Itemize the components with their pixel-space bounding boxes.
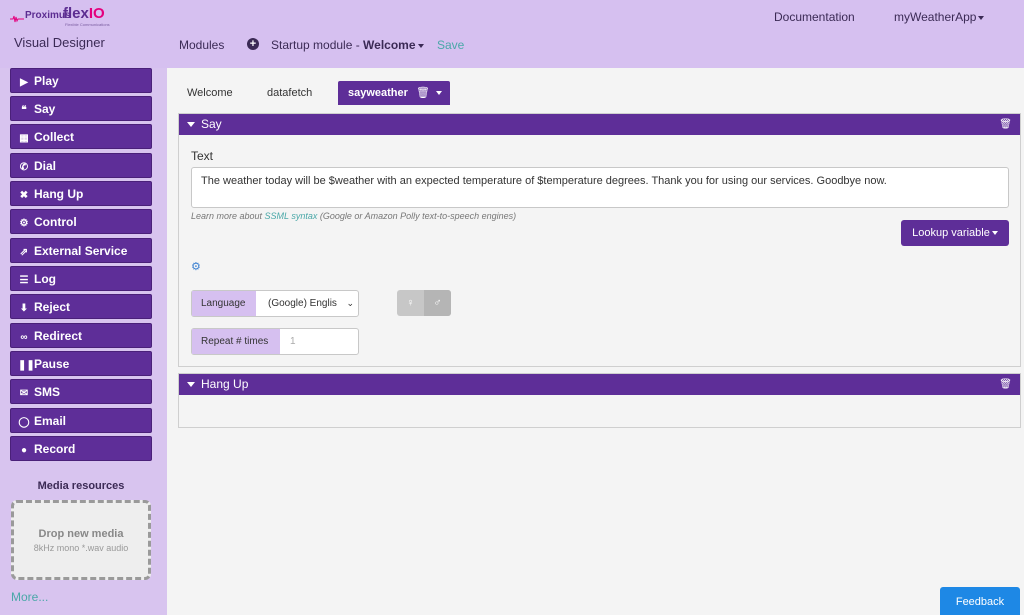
close-icon: ✖ <box>19 190 29 201</box>
say-block: Say 🗑 Text The weather today will be $we… <box>178 113 1021 367</box>
save-link[interactable]: Save <box>437 38 464 52</box>
top-header: Proximus flexIO Flexible Communications … <box>0 0 1024 68</box>
list-icon: ☰ <box>19 275 29 286</box>
sidebar-item-control[interactable]: ⚙ Control <box>10 209 152 234</box>
say-block-header[interactable]: Say 🗑 <box>179 114 1020 135</box>
ssml-syntax-link[interactable]: SSML syntax <box>265 211 318 221</box>
chevron-down-icon: ⌄ <box>346 298 354 308</box>
trash-icon[interactable]: 🗑 <box>416 87 430 99</box>
gear-icon[interactable]: ⚙ <box>191 260 201 273</box>
sidebar-item-pause[interactable]: ❚❚Pause <box>10 351 152 376</box>
more-link[interactable]: More... <box>11 590 48 604</box>
language-field: Language (Google) Englis ⌄ <box>191 290 359 317</box>
sidebar-item-collect[interactable]: ▦ Collect <box>10 124 152 149</box>
brand-tagline: Flexible Communications <box>65 22 110 27</box>
collapse-triangle-icon[interactable] <box>187 382 195 388</box>
tab-sayweather-label: sayweather <box>348 87 408 99</box>
startup-module-name: Welcome <box>363 38 416 52</box>
male-voice-icon[interactable]: ♂ <box>424 290 451 316</box>
language-select[interactable]: (Google) Englis ⌄ <box>256 291 358 316</box>
feedback-button[interactable]: Feedback <box>940 587 1020 615</box>
media-resources-title: Media resources <box>37 480 125 492</box>
say-text-input[interactable]: The weather today will be $weather with … <box>191 167 1009 208</box>
soundwave-icon <box>10 15 24 23</box>
link-icon: ∞ <box>20 332 28 343</box>
external-link-icon: ⇗ <box>19 247 29 258</box>
hang-up-block: Hang Up 🗑 <box>178 373 1021 428</box>
dropzone-title: Drop new media <box>38 528 124 540</box>
sidebar-item-log[interactable]: ☰ Log <box>10 266 152 291</box>
comment-icon: ◯ <box>18 417 30 428</box>
repeat-input[interactable]: 1 <box>290 329 296 354</box>
trash-icon[interactable]: 🗑 <box>999 374 1012 395</box>
hang-up-block-title: Hang Up <box>201 377 249 391</box>
trash-icon[interactable]: 🗑 <box>999 114 1012 135</box>
dropzone-hint: 8kHz mono *.wav audio <box>33 543 129 553</box>
female-voice-icon[interactable]: ♀ <box>397 290 424 316</box>
sidebar-item-hang-up[interactable]: ✖ Hang Up <box>10 181 152 206</box>
main-panel: Welcome datafetch sayweather 🗑 Say 🗑 Text… <box>167 68 1024 615</box>
hang-up-block-header[interactable]: Hang Up 🗑 <box>179 374 1020 395</box>
sidebar-item-redirect[interactable]: ∞ Redirect <box>10 323 152 348</box>
pause-icon: ❚❚ <box>18 360 35 371</box>
tab-welcome[interactable]: Welcome <box>187 81 233 105</box>
documentation-link[interactable]: Documentation <box>774 10 855 24</box>
sidebar-item-dial[interactable]: ✆ Dial <box>10 153 152 178</box>
sidebar-item-say[interactable]: ❝ Say <box>10 96 152 121</box>
quote-icon: ❝ <box>21 105 27 116</box>
chevron-down-icon <box>991 231 998 236</box>
sidebar-item-email[interactable]: ◯ Email <box>10 408 152 433</box>
language-label: Language <box>192 291 256 316</box>
sidebar-item-reject[interactable]: ⬇ Reject <box>10 294 152 319</box>
chevron-down-icon <box>417 43 424 48</box>
phone-icon: ✆ <box>19 162 29 173</box>
chevron-down-icon <box>978 15 985 20</box>
voice-gender-toggle: ♀ ♂ <box>397 290 451 316</box>
play-icon: ▶ <box>20 77 28 88</box>
repeat-field: Repeat # times 1 <box>191 328 359 355</box>
text-label: Text <box>191 149 214 163</box>
sidebar-item-record[interactable]: ● Record <box>10 436 152 461</box>
add-module-icon[interactable]: + <box>247 38 259 50</box>
tab-sayweather[interactable]: sayweather 🗑 <box>338 81 450 105</box>
brand-name-part2: flexIO <box>63 5 105 22</box>
media-dropzone[interactable]: Drop new media 8kHz mono *.wav audio <box>11 500 151 580</box>
repeat-label: Repeat # times <box>192 329 280 354</box>
collapse-triangle-icon[interactable] <box>187 122 195 128</box>
tab-datafetch[interactable]: datafetch <box>267 81 312 105</box>
chevron-down-icon[interactable] <box>435 91 442 96</box>
gears-icon: ⚙ <box>19 218 29 229</box>
sidebar-item-play[interactable]: ▶ Play <box>10 68 152 93</box>
proximus-flexio-logo[interactable]: Proximus flexIO Flexible Communications <box>10 4 110 28</box>
modules-link[interactable]: Modules <box>179 38 224 52</box>
startup-module-dropdown[interactable]: Startup module - Welcome <box>271 38 424 52</box>
microphone-icon: ● <box>20 445 28 456</box>
sidebar-item-sms[interactable]: ✉ SMS <box>10 379 152 404</box>
keypad-icon: ▦ <box>19 133 29 144</box>
sidebar-item-external-service[interactable]: ⇗ External Service <box>10 238 152 263</box>
envelope-icon: ✉ <box>19 388 29 399</box>
app-menu-dropdown[interactable]: myWeatherApp <box>894 10 985 24</box>
app-title: Visual Designer <box>14 35 105 50</box>
thumbs-down-icon: ⬇ <box>19 303 29 314</box>
sidebar: ▶ Play ❝ Say ▦ Collect ✆ Dial ✖ Hang Up ⚙ Cont… <box>0 68 167 615</box>
ssml-hint: Learn more about SSML syntax (Google or … <box>191 211 517 221</box>
app-menu-label: myWeatherApp <box>894 10 977 24</box>
say-block-title: Say <box>201 117 222 131</box>
lookup-variable-button[interactable]: Lookup variable <box>901 220 1009 246</box>
startup-module-prefix: Startup module - <box>271 38 364 52</box>
